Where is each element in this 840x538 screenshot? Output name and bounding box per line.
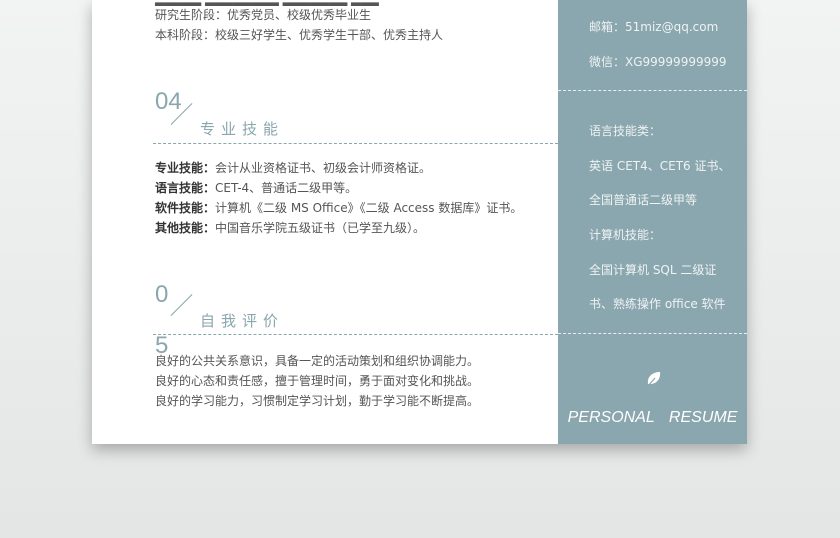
sidebar-divider xyxy=(558,333,747,334)
lang-skills-line-2: 全国普通话二级甲等 xyxy=(589,193,698,207)
honor-line-1: 研究生阶段：优秀党员、校级优秀毕业生 xyxy=(155,8,372,22)
section-number-05-top: 0 xyxy=(155,281,169,308)
main-column: ▂▂▂▂▂ ▂▂▂▂▂▂▂▂ ▂▂▂▂▂▂▂ ▂▂▂ 研究生阶段：优秀党员、校级… xyxy=(92,0,558,444)
skill-text: 计算机《二级 MS Office》《二级 Access 数据库》证书。 xyxy=(215,201,523,215)
skill-label: 专业技能： xyxy=(155,161,216,175)
contact-wechat: 微信：XG99999999999 xyxy=(589,55,727,69)
slash-divider xyxy=(170,294,193,316)
skill-text: 中国音乐学院五级证书（已学至九级）。 xyxy=(215,221,426,235)
section-divider xyxy=(153,143,558,144)
computer-skills-header: 计算机技能： xyxy=(589,228,662,242)
lang-skills-line-1: 英语 CET4、CET6 证书、 xyxy=(589,159,731,173)
skill-text: 会计从业资格证书、初级会计师资格证。 xyxy=(215,161,432,175)
section-divider xyxy=(153,334,558,335)
resume-page: ▂▂▂▂▂ ▂▂▂▂▂▂▂▂ ▂▂▂▂▂▂▂ ▂▂▂ 研究生阶段：优秀党员、校级… xyxy=(92,0,747,444)
skill-label: 语言技能： xyxy=(155,181,216,195)
contact-email: 邮箱：51miz@qq.com xyxy=(589,20,719,34)
skill-label: 其他技能： xyxy=(155,221,216,235)
skill-text: CET-4、普通话二级甲等。 xyxy=(215,181,358,195)
section-title-self-eval: 自我评价 xyxy=(200,312,285,330)
skill-row: 语言技能：CET-4、普通话二级甲等。 xyxy=(155,181,357,195)
leaf-icon xyxy=(646,372,661,388)
self-eval-line-3: 良好的学习能力，习惯制定学习计划，勤于学习能不断提高。 xyxy=(155,394,480,408)
skill-row: 软件技能：计算机《二级 MS Office》《二级 Access 数据库》证书。 xyxy=(155,201,522,215)
sidebar: 邮箱：51miz@qq.com 微信：XG99999999999 语言技能类： … xyxy=(558,0,747,444)
self-eval-line-2: 良好的心态和责任感，擅于管理时间，勇于面对变化和挑战。 xyxy=(155,374,480,388)
skill-row: 专业技能：会计从业资格证书、初级会计师资格证。 xyxy=(155,161,431,175)
lang-skills-header: 语言技能类： xyxy=(589,124,662,138)
computer-skills-line-1: 全国计算机 SQL 二级证 xyxy=(589,263,717,277)
cut-honor-line: ▂▂▂▂▂ ▂▂▂▂▂▂▂▂ ▂▂▂▂▂▂▂ ▂▂▂ xyxy=(155,0,379,6)
section-number-04: 04 xyxy=(155,88,182,115)
skill-row: 其他技能：中国音乐学院五级证书（已学至九级）。 xyxy=(155,221,425,235)
sidebar-divider xyxy=(558,90,747,91)
section-title-skills: 专业技能 xyxy=(200,120,285,138)
self-eval-line-1: 良好的公共关系意识，具备一定的活动策划和组织协调能力。 xyxy=(155,354,480,368)
personal-resume-footer: PERSONAL RESUME xyxy=(567,409,738,426)
honor-line-2: 本科阶段：校级三好学生、优秀学生干部、优秀主持人 xyxy=(155,28,444,42)
computer-skills-line-2: 书、熟练操作 office 软件 xyxy=(589,297,726,311)
skill-label: 软件技能： xyxy=(155,201,216,215)
